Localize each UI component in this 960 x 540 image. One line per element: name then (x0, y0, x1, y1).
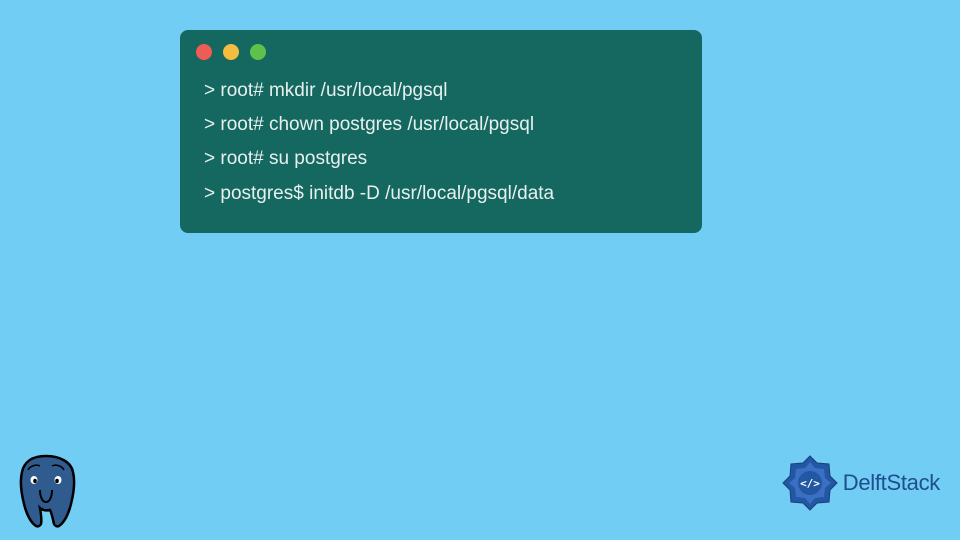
terminal-line: > root# chown postgres /usr/local/pgsql (204, 108, 678, 142)
terminal-window: > root# mkdir /usr/local/pgsql > root# c… (180, 30, 702, 233)
maximize-icon[interactable] (250, 44, 266, 60)
svg-text:</>: </> (800, 477, 820, 490)
delftstack-logo: </> DelftStack (781, 454, 940, 512)
terminal-line: > postgres$ initdb -D /usr/local/pgsql/d… (204, 177, 678, 211)
close-icon[interactable] (196, 44, 212, 60)
window-titlebar (180, 30, 702, 70)
delftstack-emblem-icon: </> (781, 454, 839, 512)
minimize-icon[interactable] (223, 44, 239, 60)
delftstack-label: DelftStack (843, 470, 940, 496)
terminal-line: > root# mkdir /usr/local/pgsql (204, 74, 678, 108)
terminal-body: > root# mkdir /usr/local/pgsql > root# c… (180, 70, 702, 215)
postgres-logo-icon (10, 452, 82, 530)
terminal-line: > root# su postgres (204, 142, 678, 176)
